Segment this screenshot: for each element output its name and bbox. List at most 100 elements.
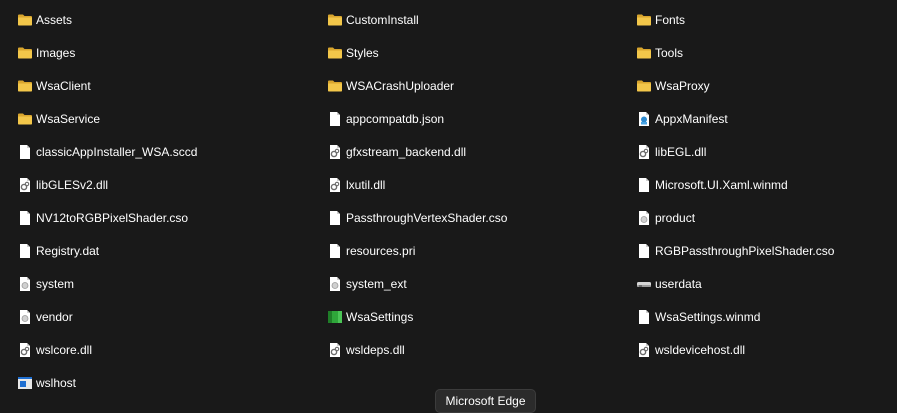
- file-item[interactable]: Assets: [17, 8, 72, 32]
- file-name-label: appcompatdb.json: [346, 112, 445, 126]
- file-item[interactable]: product: [636, 206, 695, 230]
- document-icon: [636, 177, 652, 193]
- file-item[interactable]: WsaSettings.winmd: [636, 305, 760, 329]
- file-name-label: WsaService: [36, 112, 101, 126]
- dll-icon: [636, 342, 652, 358]
- file-item[interactable]: system_ext: [327, 272, 407, 296]
- file-name-label: system: [36, 277, 75, 291]
- file-name-label: wslhost: [36, 376, 77, 390]
- file-name-label: WsaClient: [36, 79, 91, 93]
- file-name-label: wsldevicehost.dll: [655, 343, 746, 357]
- file-item[interactable]: WsaSettings: [327, 305, 413, 329]
- file-item[interactable]: classicAppInstaller_WSA.sccd: [17, 140, 197, 164]
- document-icon: [327, 243, 343, 259]
- file-name-label: WsaProxy: [655, 79, 710, 93]
- file-item[interactable]: vendor: [17, 305, 73, 329]
- drive-icon: [636, 276, 652, 292]
- tooltip: Microsoft Edge: [435, 389, 536, 413]
- document-icon: [327, 111, 343, 127]
- file-name-label: wsldeps.dll: [346, 343, 405, 357]
- file-name-label: CustomInstall: [346, 13, 419, 27]
- file-item[interactable]: Tools: [636, 41, 683, 65]
- folder-icon: [636, 78, 652, 94]
- file-name-label: userdata: [655, 277, 702, 291]
- file-item[interactable]: WsaProxy: [636, 74, 710, 98]
- file-item[interactable]: appcompatdb.json: [327, 107, 444, 131]
- file-item[interactable]: lxutil.dll: [327, 173, 385, 197]
- file-item[interactable]: system: [17, 272, 74, 296]
- folder-icon: [636, 12, 652, 28]
- generic-file-icon: [17, 276, 33, 292]
- folder-icon: [327, 12, 343, 28]
- file-name-label: Tools: [655, 46, 684, 60]
- generic-file-icon: [636, 210, 652, 226]
- dll-icon: [327, 342, 343, 358]
- file-name-label: resources.pri: [346, 244, 416, 258]
- file-item[interactable]: Registry.dat: [17, 239, 99, 263]
- file-item[interactable]: WsaService: [17, 107, 100, 131]
- file-name-label: wslcore.dll: [36, 343, 93, 357]
- file-name-label: lxutil.dll: [346, 178, 386, 192]
- file-item[interactable]: NV12toRGBPixelShader.cso: [17, 206, 188, 230]
- file-item[interactable]: WSACrashUploader: [327, 74, 454, 98]
- generic-file-icon: [17, 309, 33, 325]
- file-name-label: vendor: [36, 310, 73, 324]
- file-item[interactable]: resources.pri: [327, 239, 415, 263]
- file-name-label: Styles: [346, 46, 379, 60]
- file-item[interactable]: CustomInstall: [327, 8, 419, 32]
- file-name-label: WSACrashUploader: [346, 79, 455, 93]
- wsa-app-icon: [327, 309, 343, 325]
- document-icon: [17, 144, 33, 160]
- folder-icon: [17, 45, 33, 61]
- file-item[interactable]: Styles: [327, 41, 379, 65]
- generic-file-icon: [327, 276, 343, 292]
- file-name-label: AppxManifest: [655, 112, 728, 126]
- file-name-label: libEGL.dll: [655, 145, 707, 159]
- document-icon: [17, 210, 33, 226]
- document-icon: [636, 309, 652, 325]
- file-list-view: Assets CustomInstall Fonts Images Styles Tool…: [0, 0, 897, 411]
- folder-icon: [327, 78, 343, 94]
- folder-icon: [327, 45, 343, 61]
- application-icon: [17, 375, 33, 391]
- file-name-label: WsaSettings.winmd: [655, 310, 761, 324]
- file-name-label: Assets: [36, 13, 73, 27]
- file-item[interactable]: RGBPassthroughPixelShader.cso: [636, 239, 834, 263]
- document-icon: [17, 243, 33, 259]
- folder-icon: [636, 45, 652, 61]
- file-name-label: classicAppInstaller_WSA.sccd: [36, 145, 198, 159]
- file-item[interactable]: wsldevicehost.dll: [636, 338, 745, 362]
- file-item[interactable]: wslhost: [17, 371, 76, 395]
- file-name-label: WsaSettings: [346, 310, 414, 324]
- dll-icon: [17, 177, 33, 193]
- file-name-label: RGBPassthroughPixelShader.cso: [655, 244, 835, 258]
- document-icon: [327, 210, 343, 226]
- manifest-icon: [636, 111, 652, 127]
- file-item[interactable]: wsldeps.dll: [327, 338, 405, 362]
- folder-icon: [17, 78, 33, 94]
- file-item[interactable]: PassthroughVertexShader.cso: [327, 206, 507, 230]
- file-item[interactable]: Images: [17, 41, 75, 65]
- file-name-label: Registry.dat: [36, 244, 100, 258]
- dll-icon: [327, 144, 343, 160]
- file-item[interactable]: AppxManifest: [636, 107, 728, 131]
- file-name-label: PassthroughVertexShader.cso: [346, 211, 508, 225]
- dll-icon: [327, 177, 343, 193]
- file-item[interactable]: wslcore.dll: [17, 338, 92, 362]
- file-name-label: system_ext: [346, 277, 407, 291]
- file-item[interactable]: gfxstream_backend.dll: [327, 140, 466, 164]
- file-name-label: product: [655, 211, 696, 225]
- file-name-label: Images: [36, 46, 76, 60]
- file-name-label: NV12toRGBPixelShader.cso: [36, 211, 189, 225]
- document-icon: [636, 243, 652, 259]
- file-item[interactable]: WsaClient: [17, 74, 91, 98]
- file-name-label: gfxstream_backend.dll: [346, 145, 467, 159]
- file-item[interactable]: Fonts: [636, 8, 685, 32]
- file-name-label: Microsoft.UI.Xaml.winmd: [655, 178, 788, 192]
- file-item[interactable]: Microsoft.UI.Xaml.winmd: [636, 173, 788, 197]
- file-item[interactable]: userdata: [636, 272, 702, 296]
- file-item[interactable]: libEGL.dll: [636, 140, 706, 164]
- file-item[interactable]: libGLESv2.dll: [17, 173, 108, 197]
- file-name-label: libGLESv2.dll: [36, 178, 109, 192]
- file-name-label: Fonts: [655, 13, 686, 27]
